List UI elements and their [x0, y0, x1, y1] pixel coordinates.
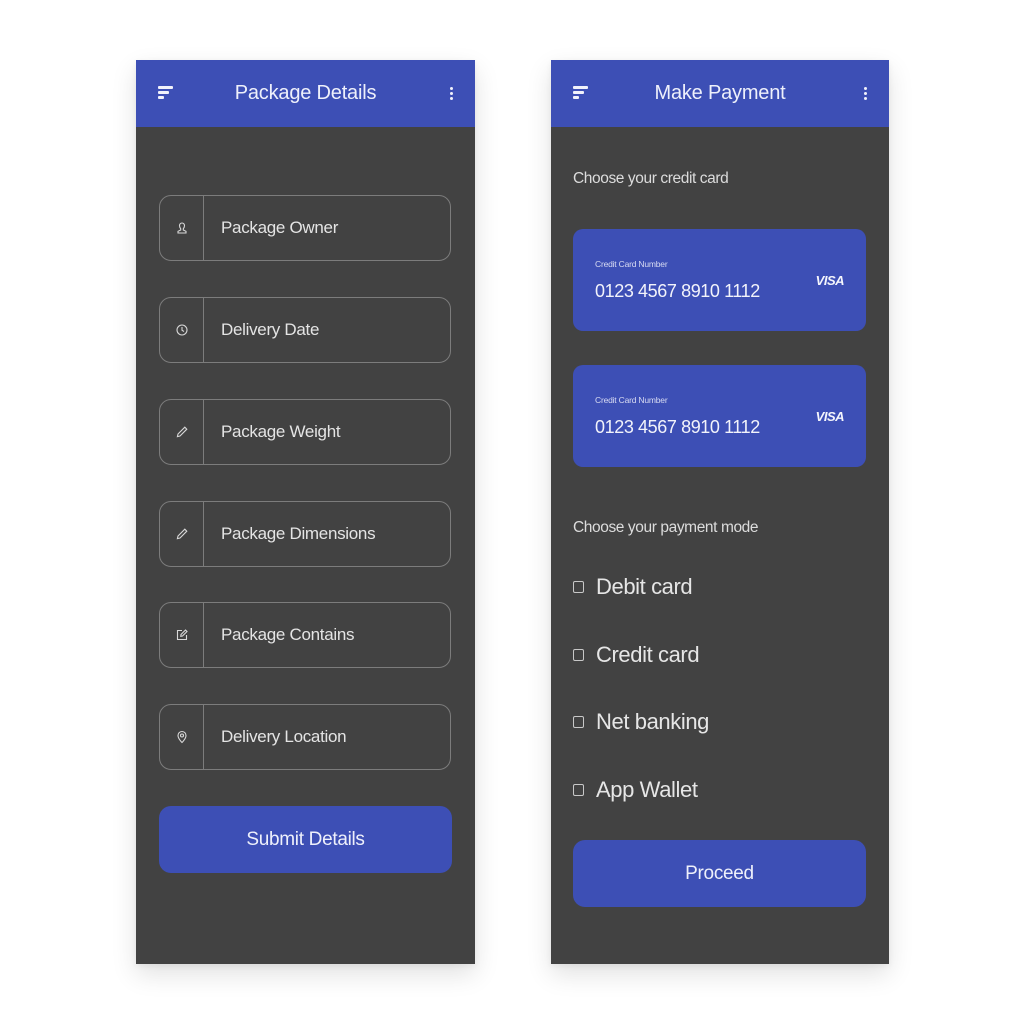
choose-card-label: Choose your credit card [573, 170, 729, 187]
pencil-icon [160, 400, 204, 464]
pencil-icon [160, 502, 204, 566]
field-label: Delivery Date [221, 320, 320, 339]
credit-card-option[interactable]: Credit card [573, 642, 700, 668]
option-label: Credit card [596, 642, 700, 667]
checkbox[interactable] [573, 716, 584, 728]
more-vert-icon[interactable] [449, 86, 455, 102]
field-label: Delivery Location [221, 727, 347, 746]
field-label: Package Contains [221, 625, 355, 644]
package-contains-field[interactable]: Package Contains [159, 602, 451, 668]
checkbox[interactable] [573, 784, 584, 796]
card-number: 0123 4567 8910 1112 [595, 281, 760, 301]
field-label: Package Weight [221, 422, 341, 441]
delivery-date-field[interactable]: Delivery Date [159, 297, 451, 363]
location-pin-icon [160, 705, 204, 769]
field-label: Package Dimensions [221, 524, 376, 543]
card-number-label: Credit Card Number [595, 259, 668, 269]
delivery-location-field[interactable]: Delivery Location [159, 704, 451, 770]
visa-logo-icon: VISA [815, 409, 845, 424]
option-label: Net banking [596, 709, 710, 734]
person-icon [160, 196, 204, 260]
menu-icon[interactable] [158, 86, 174, 100]
app-bar: Package Details [136, 60, 475, 127]
package-owner-field[interactable]: Package Owner [159, 195, 451, 261]
app-wallet-option[interactable]: App Wallet [573, 777, 698, 803]
field-label: Package Owner [221, 218, 339, 237]
checkbox[interactable] [573, 581, 584, 593]
net-banking-option[interactable]: Net banking [573, 709, 709, 735]
make-payment-screen: Make Payment Choose your credit card Cre… [551, 60, 889, 964]
debit-card-option[interactable]: Debit card [573, 574, 693, 600]
page-title: Package Details [234, 82, 377, 104]
more-vert-icon[interactable] [863, 86, 869, 102]
page-title: Make Payment [654, 82, 786, 104]
app-bar: Make Payment [551, 60, 889, 127]
package-dimensions-field[interactable]: Package Dimensions [159, 501, 451, 567]
card-number-label: Credit Card Number [595, 395, 668, 405]
proceed-button[interactable]: Proceed [573, 840, 866, 907]
submit-details-button[interactable]: Submit Details [159, 806, 452, 873]
choose-payment-mode-label: Choose your payment mode [573, 519, 759, 536]
visa-logo-icon: VISA [815, 273, 845, 288]
clock-icon [160, 298, 204, 362]
menu-icon[interactable] [573, 86, 589, 100]
credit-card[interactable]: Credit Card Number 0123 4567 8910 1112 V… [573, 229, 866, 331]
package-weight-field[interactable]: Package Weight [159, 399, 451, 465]
card-number: 0123 4567 8910 1112 [595, 417, 760, 437]
edit-box-icon [160, 603, 204, 667]
package-details-screen: Package Details Package Owner Delivery D… [136, 60, 475, 964]
option-label: App Wallet [596, 777, 698, 802]
option-label: Debit card [596, 574, 693, 599]
credit-card[interactable]: Credit Card Number 0123 4567 8910 1112 V… [573, 365, 866, 467]
checkbox[interactable] [573, 649, 584, 661]
